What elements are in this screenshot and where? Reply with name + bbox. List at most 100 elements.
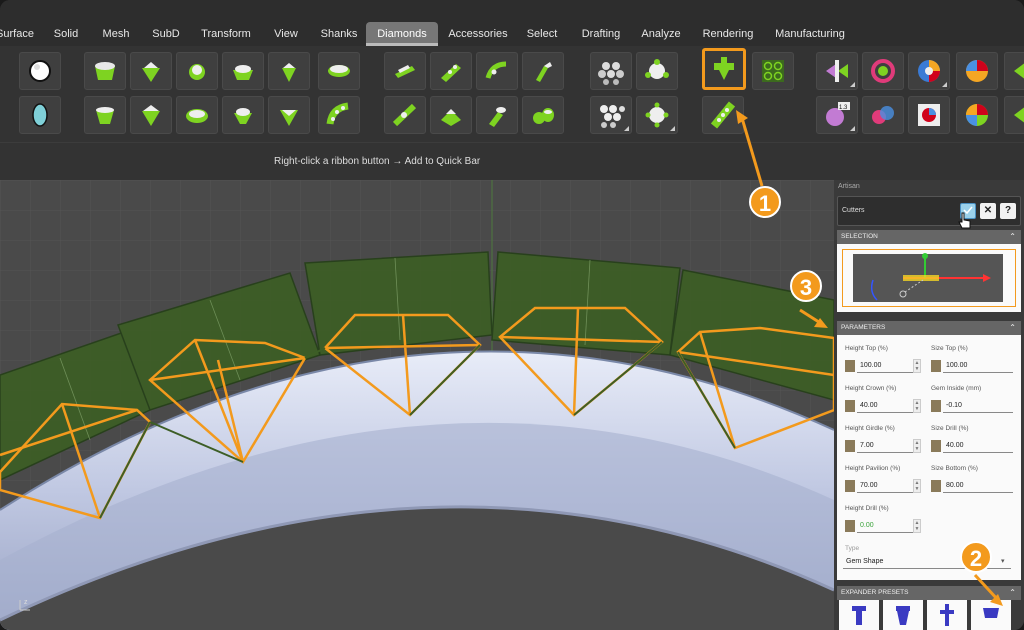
gem-grid-button[interactable]	[590, 96, 632, 134]
arrow-tool-button[interactable]	[1004, 52, 1024, 90]
height-girdle-field[interactable]: 7.00	[857, 439, 913, 453]
viewport-scene: z	[0, 180, 834, 630]
expander-presets-header[interactable]: EXPANDER PRESETS ⌃	[837, 586, 1021, 600]
gem-on-surface-button[interactable]	[522, 52, 564, 90]
tab-analyze[interactable]: Analyze	[638, 22, 684, 46]
spectrum-button[interactable]	[956, 96, 998, 134]
preset-2[interactable]	[883, 600, 923, 630]
sphere-gem-button[interactable]	[19, 52, 61, 90]
size-drill-icon	[931, 440, 941, 452]
pie-analysis-button[interactable]	[956, 52, 998, 90]
gallery-button[interactable]	[176, 96, 218, 134]
basket-button[interactable]	[130, 96, 172, 134]
flower-head-button[interactable]	[176, 52, 218, 90]
prong-head-button[interactable]	[130, 52, 172, 90]
cluster-head-button[interactable]	[268, 52, 310, 90]
prongs-button[interactable]	[636, 52, 678, 90]
tube-setting-button[interactable]	[84, 96, 126, 134]
gem-compare-button[interactable]	[862, 96, 904, 134]
cutter-curve-button[interactable]	[702, 96, 744, 134]
submenu-arrow-icon	[942, 82, 947, 87]
close-button[interactable]: ✕	[980, 203, 996, 219]
arrow-left-icon	[1014, 107, 1024, 123]
expander-header-label: EXPANDER PRESETS	[841, 589, 909, 596]
height-drill-icon	[845, 520, 855, 532]
tab-mesh[interactable]: Mesh	[96, 22, 136, 46]
tab-drafting[interactable]: Drafting	[576, 22, 626, 46]
parameters-header-label: PARAMETERS	[841, 324, 886, 331]
height-crown-field[interactable]: 40.00	[857, 399, 913, 413]
tab-subd[interactable]: SubD	[146, 22, 186, 46]
tab-diamonds[interactable]: Diamonds	[366, 22, 438, 46]
shared-prong-button[interactable]	[222, 96, 264, 134]
v-prong-button[interactable]	[268, 96, 310, 134]
height-top-spinner[interactable]: ▲ ▼	[913, 359, 921, 373]
gem-drop-button[interactable]	[522, 96, 564, 134]
bezel-button[interactable]	[84, 52, 126, 90]
tab-accessories[interactable]: Accessories	[445, 22, 511, 46]
height-top-field[interactable]: 100.00	[857, 359, 913, 373]
rail-setting-button[interactable]	[384, 52, 426, 90]
crown-head-button[interactable]	[222, 52, 264, 90]
tab-select[interactable]: Select	[522, 22, 562, 46]
gem-on-surface-icon	[536, 62, 552, 82]
gem-array-button[interactable]	[430, 96, 472, 134]
tab-rendering[interactable]: Rendering	[700, 22, 756, 46]
tab-transform[interactable]: Transform	[196, 22, 256, 46]
halo-button[interactable]	[318, 52, 360, 90]
pave-rail-icon	[441, 64, 461, 82]
height-top-icon	[845, 360, 855, 372]
gem-pick-icon	[489, 107, 506, 127]
parameters-header[interactable]: PARAMETERS ⌃	[837, 321, 1021, 335]
submenu-arrow-icon	[624, 126, 629, 131]
stone-curve-button[interactable]	[476, 52, 518, 90]
height-pavilion-spinner[interactable]: ▲ ▼	[913, 479, 921, 493]
cutters-button[interactable]	[702, 48, 746, 90]
gem-inside-icon	[931, 400, 941, 412]
height-pavilion-field[interactable]: 70.00	[857, 479, 913, 493]
preset-4[interactable]	[971, 600, 1011, 630]
tab-solid[interactable]: Solid	[46, 22, 86, 46]
height-drill-field[interactable]: 0.00	[857, 519, 913, 533]
arrow-tool-2-button[interactable]	[1004, 96, 1024, 134]
gem-pack-button[interactable]	[590, 52, 632, 90]
gem-report-button[interactable]	[862, 52, 904, 90]
help-button[interactable]: ?	[1000, 203, 1016, 219]
beads-button[interactable]	[636, 96, 678, 134]
analyze-flow-button[interactable]	[816, 52, 858, 90]
cutter-array-button[interactable]	[752, 52, 794, 90]
svg-text:1.3: 1.3	[839, 105, 848, 111]
size-bottom-field[interactable]: 80.00	[943, 479, 1013, 493]
selection-header[interactable]: SELECTION ⌃	[837, 230, 1021, 244]
oval-gem-button[interactable]	[19, 96, 61, 134]
preset-3[interactable]	[927, 600, 967, 630]
preset-1[interactable]	[839, 600, 879, 630]
height-crown-spinner[interactable]: ▲ ▼	[913, 399, 921, 413]
color-wheel-icon	[918, 60, 940, 82]
measure-gem-button[interactable]: 1.3	[816, 96, 858, 134]
annotation-badge-2: 2	[960, 541, 992, 573]
channel-curve-button[interactable]	[318, 96, 360, 134]
title-strip	[0, 0, 1024, 22]
gem-flow-button[interactable]	[384, 96, 426, 134]
tab-shanks[interactable]: Shanks	[316, 22, 362, 46]
color-wheel-button[interactable]	[908, 52, 950, 90]
param-label: Height Pavilion (%)	[845, 465, 901, 472]
pave-rail-button[interactable]	[430, 52, 472, 90]
tab-view[interactable]: View	[266, 22, 306, 46]
prongs-icon	[645, 59, 669, 79]
app-window: Surface Solid Mesh SubD Transform View S…	[0, 0, 1024, 630]
height-drill-spinner[interactable]: ▲ ▼	[913, 519, 921, 533]
gem-drop-icon	[533, 108, 554, 124]
gem-inside-field[interactable]: -0.10	[943, 399, 1013, 413]
tab-manufacturing[interactable]: Manufacturing	[772, 22, 848, 46]
3d-viewport[interactable]: z	[0, 180, 834, 630]
size-drill-field[interactable]: 40.00	[943, 439, 1013, 453]
tab-surface[interactable]: Surface	[0, 22, 38, 46]
gem-pick-button[interactable]	[476, 96, 518, 134]
height-girdle-spinner[interactable]: ▲ ▼	[913, 439, 921, 453]
size-top-field[interactable]: 100.00	[943, 359, 1013, 373]
selection-preview[interactable]	[842, 249, 1016, 307]
gem-table-button[interactable]	[908, 96, 950, 134]
beads-icon	[645, 102, 669, 128]
